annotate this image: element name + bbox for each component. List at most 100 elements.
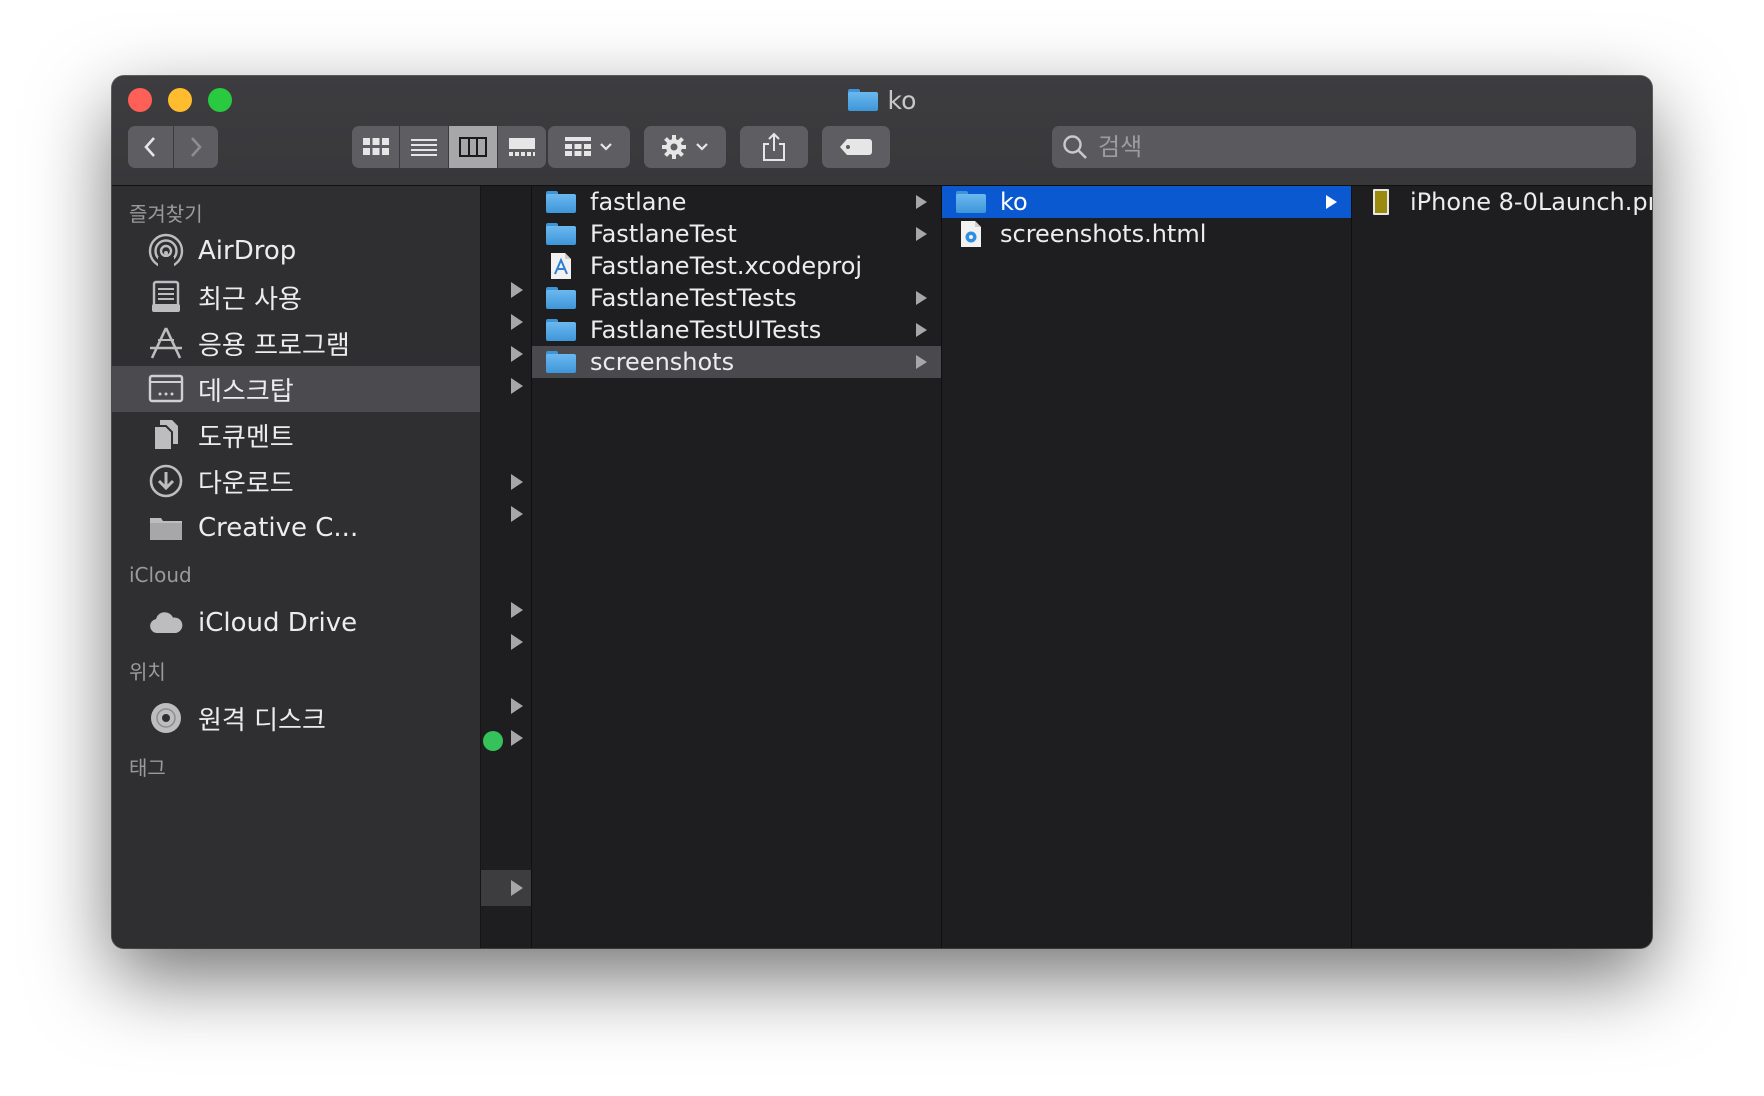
sidebar-section-locations: 위치	[129, 660, 166, 684]
disclosure-arrow-icon	[511, 730, 523, 746]
folder-icon	[546, 351, 576, 373]
sidebar-item-label: 최근 사용	[198, 284, 302, 315]
list-item[interactable]: FastlaneTestTests	[532, 282, 941, 314]
sidebar-item-label: iCloud Drive	[198, 608, 358, 638]
folder-icon	[546, 223, 576, 245]
sidebar-item-applications[interactable]: 응용 프로그램	[112, 320, 480, 366]
gallery-icon	[508, 138, 535, 156]
disclosure-arrow-icon	[511, 602, 523, 618]
disclosure-arrow-icon	[511, 474, 523, 490]
disclosure-arrow-icon	[511, 346, 523, 362]
group-grid-icon	[565, 137, 591, 156]
column-ko: iPhone 8-0Launch.png	[1352, 186, 1652, 948]
list-view-button[interactable]	[400, 126, 449, 168]
tags-button[interactable]	[822, 126, 890, 168]
sidebar-item-label: 다운로드	[198, 468, 294, 499]
search-icon	[1063, 135, 1087, 159]
share-button[interactable]	[740, 126, 808, 168]
list-item-selected[interactable]: ko	[942, 186, 1351, 218]
desktop-icon	[148, 371, 184, 407]
folder-icon	[546, 191, 576, 213]
sidebar-item-documents[interactable]: 도큐멘트	[112, 412, 480, 458]
window-title-label: ko	[887, 85, 917, 115]
sidebar-item-label: 도큐멘트	[198, 422, 294, 453]
chevron-down-icon	[696, 143, 708, 151]
disclosure-arrow-icon	[511, 880, 523, 896]
list-item[interactable]: screenshots.html	[942, 218, 1351, 250]
disclosure-arrow-icon	[511, 698, 523, 714]
folder-icon	[847, 89, 878, 111]
sidebar-item-airdrop[interactable]: AirDrop	[112, 228, 480, 274]
list-item[interactable]: FastlaneTest.xcodeproj	[532, 250, 941, 282]
disclosure-arrow-icon	[511, 282, 523, 298]
list-item[interactable]: FastlaneTest	[532, 218, 941, 250]
column-project: fastlane FastlaneTest FastlaneTest.xcode…	[532, 186, 942, 948]
sidebar: 즐겨찾기 AirDrop 최근 사용 응용 프로그램 데스크탑 도큐멘트 다운로…	[112, 186, 481, 948]
folder-icon	[148, 510, 184, 546]
icloud-icon	[148, 605, 184, 641]
sidebar-item-label: 데스크탑	[198, 376, 294, 407]
selected-row-highlight[interactable]	[481, 870, 531, 906]
chevron-right-icon	[190, 137, 202, 157]
gear-icon	[662, 135, 686, 159]
remote-disc-icon	[148, 700, 184, 736]
disclosure-arrow-icon	[511, 378, 523, 394]
documents-icon	[148, 417, 184, 453]
search-field[interactable]	[1052, 126, 1636, 168]
sidebar-item-label: 응용 프로그램	[198, 330, 350, 361]
group-by-button[interactable]	[548, 126, 630, 168]
toolbar: ko	[112, 76, 1652, 186]
html-file-icon	[956, 220, 986, 248]
sidebar-item-label: Creative C...	[198, 513, 359, 543]
view-mode-control	[352, 126, 546, 168]
icon-view-button[interactable]	[352, 126, 401, 168]
list-item[interactable]: iPhone 8-0Launch.png	[1352, 186, 1652, 218]
applications-icon	[148, 325, 184, 361]
columns-icon	[458, 137, 487, 157]
sidebar-item-desktop[interactable]: 데스크탑	[112, 366, 480, 412]
sidebar-item-downloads[interactable]: 다운로드	[112, 458, 480, 504]
list-item[interactable]: FastlaneTestUITests	[532, 314, 941, 346]
sidebar-item-label: AirDrop	[198, 236, 297, 266]
finder-window: ko 검색 즐겨찾기 AirDrop 최근 사용 응용 프로그램 데스크탑 도큐…	[112, 76, 1652, 948]
sidebar-item-label: 원격 디스크	[198, 705, 326, 736]
disclosure-arrow-icon	[916, 355, 927, 369]
list-lines-icon	[410, 139, 437, 156]
green-tag-dot	[483, 731, 503, 751]
sidebar-item-creative-cloud[interactable]: Creative C...	[112, 505, 480, 551]
sidebar-item-recents[interactable]: 최근 사용	[112, 274, 480, 320]
recents-icon	[148, 279, 184, 315]
airdrop-icon	[148, 233, 184, 269]
disclosure-arrow-icon	[511, 314, 523, 330]
column-scrolled	[481, 186, 532, 948]
downloads-icon	[148, 463, 184, 499]
list-item-selected[interactable]: screenshots	[532, 346, 941, 378]
disclosure-arrow-icon	[511, 634, 523, 650]
column-view-button[interactable]	[448, 126, 498, 168]
chevron-left-icon	[144, 137, 156, 157]
disclosure-arrow-icon	[916, 227, 927, 241]
disclosure-arrow-icon	[916, 195, 927, 209]
window-title: ko	[112, 84, 1652, 116]
share-icon	[763, 132, 785, 161]
list-item[interactable]: fastlane	[532, 186, 941, 218]
back-forward-group	[128, 126, 218, 168]
back-button[interactable]	[128, 126, 174, 168]
disclosure-arrow-icon	[1326, 195, 1337, 209]
sidebar-section-icloud: iCloud	[129, 563, 192, 587]
search-input[interactable]	[1096, 132, 1620, 162]
xcodeproj-icon	[546, 252, 576, 280]
forward-button[interactable]	[173, 126, 218, 168]
folder-icon	[546, 319, 576, 341]
disclosure-arrow-icon	[916, 323, 927, 337]
disclosure-arrow-icon	[916, 291, 927, 305]
sidebar-item-icloud-drive[interactable]: iCloud Drive	[112, 600, 480, 646]
folder-icon	[956, 191, 986, 213]
sidebar-section-favorites: 즐겨찾기	[129, 202, 203, 226]
sidebar-item-remote-disc[interactable]: 원격 디스크	[112, 695, 480, 741]
folder-icon	[546, 287, 576, 309]
column-screenshots: ko screenshots.html	[942, 186, 1352, 948]
action-button[interactable]	[644, 126, 726, 168]
icon-grid-icon	[362, 138, 389, 155]
gallery-view-button[interactable]	[497, 126, 546, 168]
